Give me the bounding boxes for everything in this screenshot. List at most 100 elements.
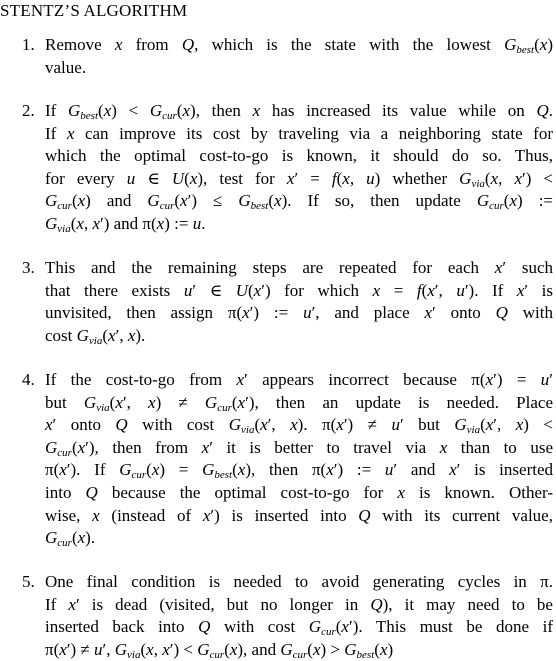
- text-run: ′ is inserted: [456, 460, 553, 480]
- text-run: ), then: [190, 101, 253, 120]
- text-run: If: [45, 123, 67, 143]
- text-run: ).: [135, 325, 146, 345]
- text-run: If: [45, 101, 69, 120]
- text-line: This and the remaining steps are repeate…: [45, 257, 553, 280]
- math-subscript: via: [96, 401, 110, 414]
- text-run: ′) :=: [333, 460, 385, 480]
- text-run: ′). This must be done if: [348, 617, 553, 637]
- text-run: ) :=: [517, 191, 554, 211]
- text-run: ) and: [85, 191, 148, 211]
- text-run: ) whether: [374, 168, 460, 188]
- text-run: ′,: [493, 415, 516, 435]
- math-symbol: G: [204, 392, 218, 412]
- text-run: ) <: [523, 415, 553, 435]
- text-line: which the optimal cost-to-go is known, i…: [45, 145, 553, 168]
- text-run: ′ it is better to travel via: [209, 437, 440, 457]
- math-symbol: G: [119, 460, 132, 480]
- math-symbol: x: [260, 415, 268, 435]
- math-symbol: G: [45, 437, 58, 457]
- math-symbol: u: [126, 168, 136, 188]
- math-symbol: x: [449, 460, 457, 480]
- math-symbol: x: [182, 101, 191, 120]
- text-run: ′) =: [493, 370, 541, 389]
- math-subscript: via: [241, 424, 255, 437]
- math-symbol: G: [197, 639, 210, 659]
- math-symbol: G: [280, 639, 293, 659]
- text-run: If the cost-to-go from: [45, 370, 237, 389]
- text-line: wise, x (instead of x′) is inserted into…: [45, 505, 553, 528]
- text-run: ′ is dead (visited, but no longer in: [75, 594, 371, 614]
- text-run: ∈: [135, 168, 172, 188]
- text-run: ′,: [122, 392, 149, 412]
- math-symbol: Q: [85, 483, 98, 502]
- math-symbol: u: [192, 214, 202, 233]
- text-run: ), it may need to be: [382, 594, 553, 614]
- text-run: ′) ≠: [343, 415, 392, 435]
- text-run: ′ appears incorrect because π(: [244, 370, 486, 389]
- math-subscript: best: [214, 469, 233, 482]
- math-subscript: via: [471, 177, 485, 190]
- text-run: ′ and: [393, 460, 450, 480]
- math-symbol: x: [92, 505, 100, 525]
- text-run: π(: [45, 460, 60, 480]
- math-symbol: u: [366, 168, 375, 188]
- text-run: unvisited, then assign π(: [45, 303, 243, 323]
- math-subscript: via: [466, 424, 481, 437]
- math-symbol: x: [242, 303, 250, 323]
- math-subscript: via: [57, 223, 71, 235]
- text-line: Remove x from Q, which is the state with…: [45, 34, 553, 57]
- text-line: unvisited, then assign π(x′) := u′, and …: [45, 302, 553, 325]
- text-run: ′ =: [294, 168, 332, 188]
- math-symbol: x: [115, 392, 123, 412]
- math-subscript: via: [127, 648, 141, 661]
- text-line: that there exists u′ ∈ U(x′) for which x…: [45, 280, 553, 303]
- math-subscript: cur: [57, 446, 72, 459]
- math-symbol: x: [146, 639, 154, 659]
- math-symbol: G: [45, 191, 58, 211]
- math-symbol: x: [290, 415, 298, 435]
- math-symbol: x: [490, 168, 499, 188]
- math-symbol: x: [76, 214, 84, 233]
- math-subscript: cur: [292, 648, 308, 661]
- math-subscript: best: [356, 648, 375, 661]
- math-symbol: Q: [181, 35, 195, 54]
- text-run: ′,: [102, 639, 115, 659]
- math-symbol: x: [326, 460, 334, 480]
- math-symbol: x: [59, 639, 67, 659]
- math-symbol: x: [509, 191, 518, 211]
- math-symbol: x: [341, 617, 349, 637]
- text-run: inserted back into: [45, 617, 199, 637]
- text-run: ′) :=: [249, 303, 304, 323]
- math-symbol: G: [202, 460, 215, 480]
- text-run: .: [201, 214, 206, 233]
- math-symbol: x: [342, 168, 350, 188]
- math-symbol: G: [76, 325, 89, 345]
- text-run: because the optimal cost-to-go for: [97, 483, 398, 502]
- math-symbol: G: [454, 415, 467, 435]
- text-line: π(x′) ≠ u′, Gvia(x, x′) < Gcur(x), and G…: [45, 639, 553, 661]
- math-symbol: x: [68, 594, 76, 614]
- text-run: with cost: [210, 617, 309, 637]
- math-symbol: G: [45, 214, 58, 233]
- math-symbol: x: [236, 370, 245, 389]
- math-symbol: Q: [358, 505, 371, 525]
- math-subscript: cur: [131, 469, 147, 482]
- text-line: cost Gvia(x′, x).: [45, 325, 553, 348]
- math-symbol: U: [171, 168, 185, 188]
- text-run: ,: [498, 168, 515, 188]
- math-symbol: G: [238, 191, 251, 211]
- math-symbol: G: [147, 191, 160, 211]
- text-line: One final condition is needed to avoid g…: [45, 571, 553, 594]
- text-line: If Gbest(x) < Gcur(x), then x has increa…: [45, 100, 553, 123]
- text-run: than to use: [447, 437, 553, 457]
- math-subscript: cur: [489, 200, 504, 213]
- text-run: π(: [45, 639, 60, 659]
- text-run: ): [387, 639, 394, 659]
- text-run: which the optimal cost-to-go is known, i…: [45, 146, 553, 166]
- text-run: ′ onto: [432, 303, 496, 323]
- text-run: ′) and π(: [100, 214, 157, 233]
- math-symbol: x: [379, 639, 388, 659]
- math-symbol: G: [45, 528, 58, 548]
- math-symbol: x: [92, 214, 100, 233]
- math-symbol: x: [427, 280, 435, 300]
